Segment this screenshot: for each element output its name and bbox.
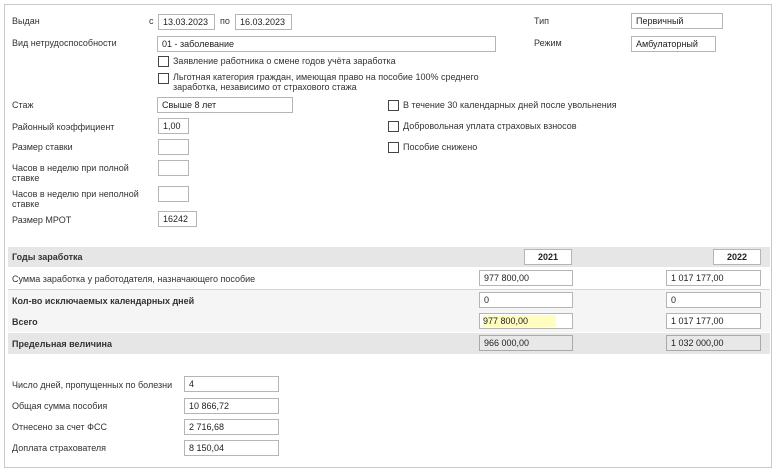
excluded-days-2022-input[interactable]: 0 (666, 292, 761, 308)
mode-input[interactable]: Амбулаторный (631, 36, 716, 52)
sick-days-input[interactable]: 4 (184, 376, 279, 392)
sick-days-label: Число дней, пропущенных по болезни (12, 380, 173, 390)
hours-part-label: Часов в неделю при неполной ставке (12, 189, 139, 209)
disability-input[interactable]: 01 - заболевание (157, 36, 496, 52)
issued-from-prefix: с (149, 16, 154, 26)
earnings-header-row (8, 247, 770, 267)
earnings-2022-input[interactable]: 1 017 177,00 (666, 270, 761, 286)
total-2021-input[interactable]: 977 800,00 (479, 313, 573, 329)
benefit-reduced-checkbox[interactable] (388, 142, 399, 153)
limit-label: Предельная величина (12, 339, 113, 349)
district-coef-label: Районный коэффициент (12, 122, 115, 132)
limit-row (8, 333, 770, 354)
voluntary-payment-label: Добровольная уплата страховых взносов (403, 121, 577, 131)
privileged-category-checkbox[interactable] (158, 73, 169, 84)
district-coef-input[interactable]: 1,00 (158, 118, 189, 134)
total-label: Всего (12, 317, 38, 327)
total-2021-value: 977 800,00 (483, 315, 557, 327)
type-label: Тип (534, 16, 550, 26)
type-input[interactable]: Первичный (631, 13, 723, 29)
limit-2022-input: 1 032 000,00 (666, 335, 761, 351)
hours-part-input[interactable] (158, 186, 189, 202)
mode-label: Режим (534, 38, 562, 48)
excluded-days-2021-input[interactable]: 0 (479, 292, 573, 308)
benefit-reduced-label: Пособие снижено (403, 142, 478, 152)
change-years-checkbox[interactable] (158, 56, 169, 67)
employer-extra-input[interactable]: 8 150,04 (184, 440, 279, 456)
disability-label: Вид нетрудоспособности (12, 38, 117, 48)
mrot-input[interactable]: 16242 (158, 211, 197, 227)
issued-from-input[interactable]: 13.03.2023 (158, 14, 215, 30)
rate-size-input[interactable] (158, 139, 189, 155)
issued-to-input[interactable]: 16.03.2023 (235, 14, 292, 30)
change-years-label: Заявление работника о смене годов учёта … (173, 56, 396, 66)
stazh-label: Стаж (12, 100, 34, 110)
benefit-total-input[interactable]: 10 866,72 (184, 398, 279, 414)
earnings-2021-input[interactable]: 977 800,00 (479, 270, 573, 286)
hours-full-label: Часов в неделю при полной ставке (12, 163, 129, 183)
earnings-row-label: Сумма заработка у работодателя, назначаю… (12, 274, 256, 284)
employer-extra-label: Доплата страхователя (12, 443, 107, 453)
earnings-header-label: Годы заработка (12, 252, 83, 262)
after-dismissal-label: В течение 30 календарных дней после увол… (403, 100, 617, 110)
year2-input[interactable]: 2022 (713, 249, 761, 265)
stazh-input[interactable]: Свыше 8 лет (157, 97, 293, 113)
total-2022-input[interactable]: 1 017 177,00 (666, 313, 761, 329)
rate-size-label: Размер ставки (12, 142, 73, 152)
excluded-days-label: Кол-во исключаемых календарных дней (12, 296, 195, 306)
year1-input[interactable]: 2021 (524, 249, 572, 265)
fss-share-input[interactable]: 2 716,68 (184, 419, 279, 435)
mrot-label: Размер МРОТ (12, 215, 72, 225)
issued-label: Выдан (12, 16, 40, 26)
total-row (8, 311, 770, 332)
fss-share-label: Отнесено за счет ФСС (12, 422, 107, 432)
voluntary-payment-checkbox[interactable] (388, 121, 399, 132)
privileged-category-label: Льготная категория граждан, имеющая прав… (173, 72, 479, 92)
limit-2021-input: 966 000,00 (479, 335, 573, 351)
hours-full-input[interactable] (158, 160, 189, 176)
after-dismissal-checkbox[interactable] (388, 100, 399, 111)
benefit-total-label: Общая сумма пособия (12, 401, 108, 411)
issued-to-prefix: по (220, 16, 230, 26)
